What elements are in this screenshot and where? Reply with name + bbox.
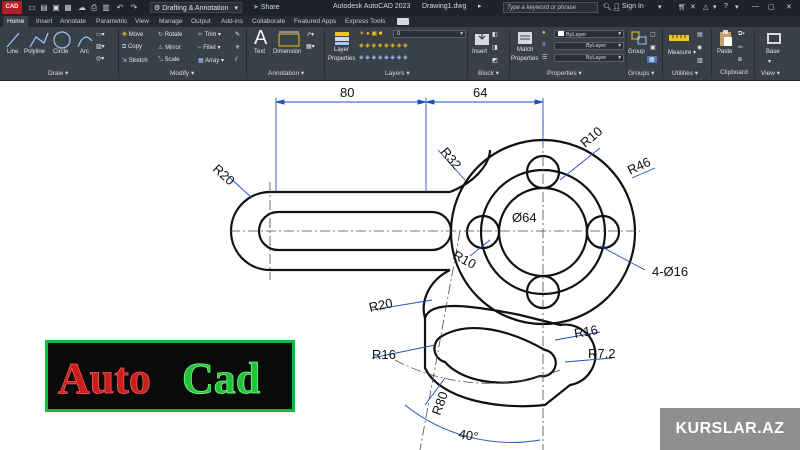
dim-4-dia16: 4-Ø16 [652, 264, 688, 279]
autocad-logo: Auto Cad [45, 340, 295, 412]
dim-r10-top: R10 [577, 123, 605, 150]
watermark: KURSLAR.AZ [660, 408, 800, 450]
arrow [275, 99, 285, 105]
dim-dia64: Ø64 [512, 210, 537, 225]
arrow [417, 99, 427, 105]
leader-r10-top [559, 147, 601, 181]
dim-r80: R80 [429, 389, 451, 417]
dim-r16-right: R16 [573, 322, 599, 341]
svg-text:Cad: Cad [182, 354, 260, 403]
lower-neck [422, 269, 451, 319]
dim-r7-2: R7.2 [588, 346, 615, 361]
dim-64: 64 [473, 85, 487, 100]
leader-4d16 [599, 245, 646, 271]
dim-r32: R32 [438, 144, 465, 172]
dim-r20-lower: R20 [368, 295, 394, 315]
lower-inner-slot [433, 326, 557, 384]
arrow [425, 99, 435, 105]
arrow [534, 99, 544, 105]
autocad-logo-text: Auto Cad [58, 354, 261, 404]
dim-r46: R46 [625, 154, 653, 178]
dim-r20-left: R20 [210, 161, 238, 188]
dim-80: 80 [340, 85, 354, 100]
dim-r10-mid: R10 [451, 247, 479, 271]
dim-r16-left: R16 [372, 347, 396, 362]
svg-text:Auto: Auto [58, 354, 151, 403]
dim-angle-40: 40° [457, 426, 479, 444]
